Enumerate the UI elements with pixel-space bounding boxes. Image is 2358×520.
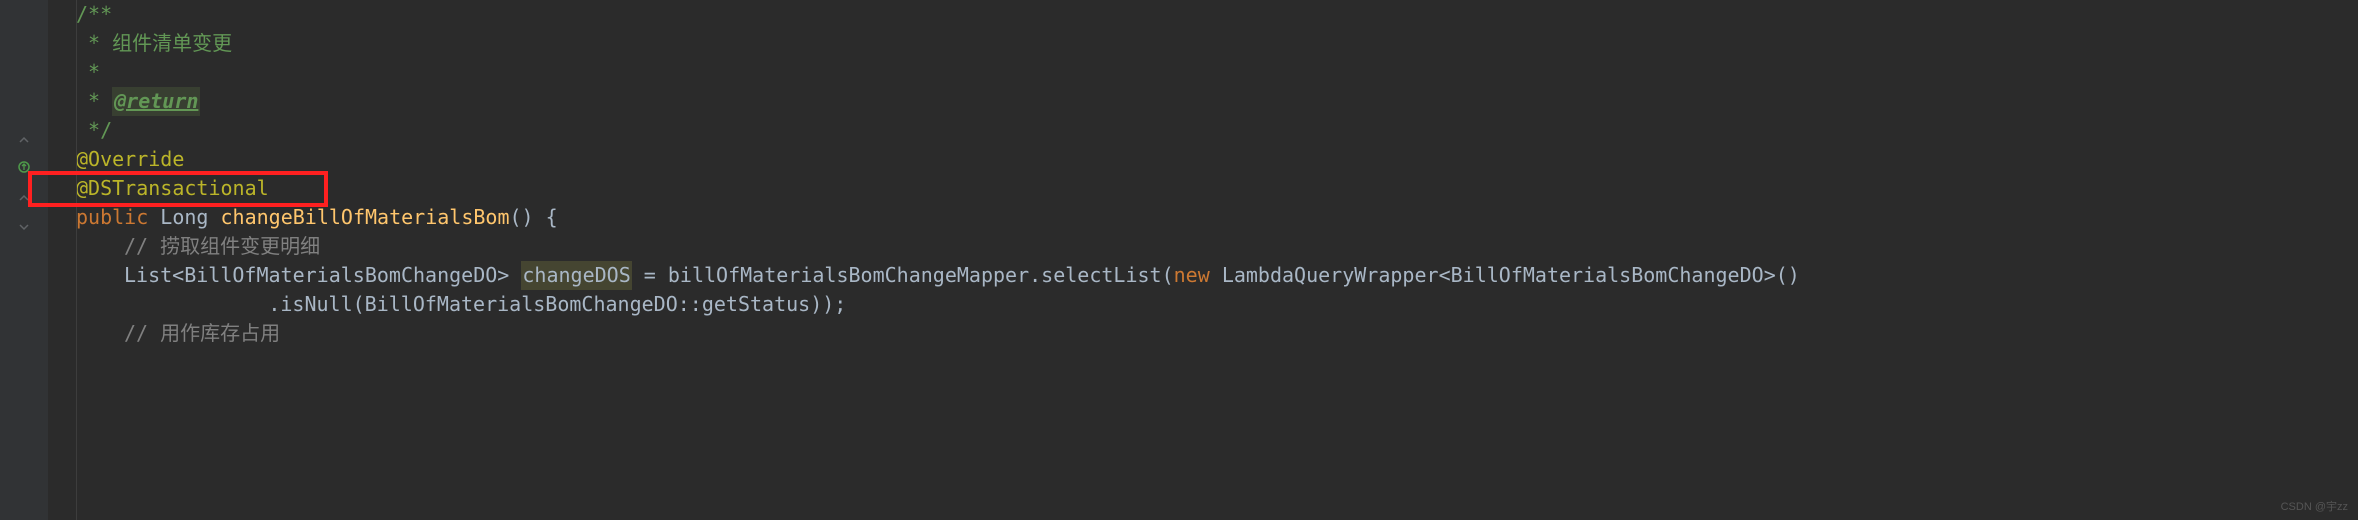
- editor-gutter: [0, 0, 48, 520]
- list-type: List: [124, 261, 172, 290]
- gutter-line: [0, 29, 48, 58]
- fold-open-icon[interactable]: [18, 212, 30, 224]
- generic-type: BillOfMaterialsBomChangeDO: [184, 261, 497, 290]
- javadoc-end: */: [76, 116, 112, 145]
- gutter-line[interactable]: [0, 203, 48, 232]
- javadoc-prefix: *: [76, 87, 112, 116]
- code-line[interactable]: @DSTransactional: [76, 174, 2358, 203]
- gutter-line: [0, 87, 48, 116]
- override-annotation: @Override: [76, 145, 184, 174]
- code-editor[interactable]: /** * 组件清单变更 * * @return */ @Override @D…: [48, 0, 2358, 520]
- isnull-call: isNull: [280, 290, 352, 319]
- code-line[interactable]: * @return: [76, 87, 2358, 116]
- code-line[interactable]: /**: [76, 0, 2358, 29]
- method-ref-class: BillOfMaterialsBomChangeDO: [365, 290, 678, 319]
- method-signature-suffix: () {: [510, 203, 558, 232]
- variable-name: changeDOS: [521, 261, 631, 290]
- fold-close-icon[interactable]: [18, 125, 30, 137]
- javadoc-return-tag: @return: [112, 87, 200, 116]
- return-type: Long: [160, 203, 208, 232]
- javadoc-blank: *: [76, 58, 100, 87]
- gutter-line[interactable]: [0, 174, 48, 203]
- code-line[interactable]: */: [76, 116, 2358, 145]
- public-keyword: public: [76, 203, 148, 232]
- code-line[interactable]: List<BillOfMaterialsBomChangeDO> changeD…: [76, 261, 2358, 290]
- select-list-call: selectList: [1041, 261, 1161, 290]
- method-name: changeBillOfMaterialsBom: [221, 203, 510, 232]
- indent-guide: [76, 0, 77, 520]
- gutter-line: [0, 58, 48, 87]
- code-line[interactable]: @Override: [76, 145, 2358, 174]
- watermark: CSDN @宇zz: [2281, 500, 2348, 516]
- getter-ref: getStatus: [702, 290, 810, 319]
- code-line[interactable]: *: [76, 58, 2358, 87]
- gutter-line: [0, 261, 48, 290]
- line-comment: // 捞取组件变更明细: [124, 232, 320, 261]
- fold-close-icon[interactable]: [18, 183, 30, 195]
- dstransactional-annotation: @DSTransactional: [76, 174, 269, 203]
- mapper-ref: billOfMaterialsBomChangeMapper: [668, 261, 1029, 290]
- override-icon[interactable]: [17, 153, 31, 167]
- gutter-line: [0, 232, 48, 261]
- wrapper-type: LambdaQueryWrapper: [1222, 261, 1439, 290]
- code-line[interactable]: .isNull(BillOfMaterialsBomChangeDO::getS…: [76, 290, 2358, 319]
- line-comment: // 用作库存占用: [124, 319, 280, 348]
- gutter-line: [0, 290, 48, 319]
- gutter-line: [0, 319, 48, 348]
- code-line[interactable]: // 捞取组件变更明细: [76, 232, 2358, 261]
- gutter-line[interactable]: [0, 116, 48, 145]
- javadoc-start: /**: [76, 0, 112, 29]
- javadoc-text: * 组件清单变更: [76, 29, 232, 58]
- new-keyword: new: [1174, 261, 1210, 290]
- code-line[interactable]: public Long changeBillOfMaterialsBom() {: [76, 203, 2358, 232]
- code-line[interactable]: // 用作库存占用: [76, 319, 2358, 348]
- gutter-line[interactable]: [0, 145, 48, 174]
- wrapper-generic: BillOfMaterialsBomChangeDO: [1451, 261, 1764, 290]
- code-line[interactable]: * 组件清单变更: [76, 29, 2358, 58]
- gutter-line: [0, 0, 48, 29]
